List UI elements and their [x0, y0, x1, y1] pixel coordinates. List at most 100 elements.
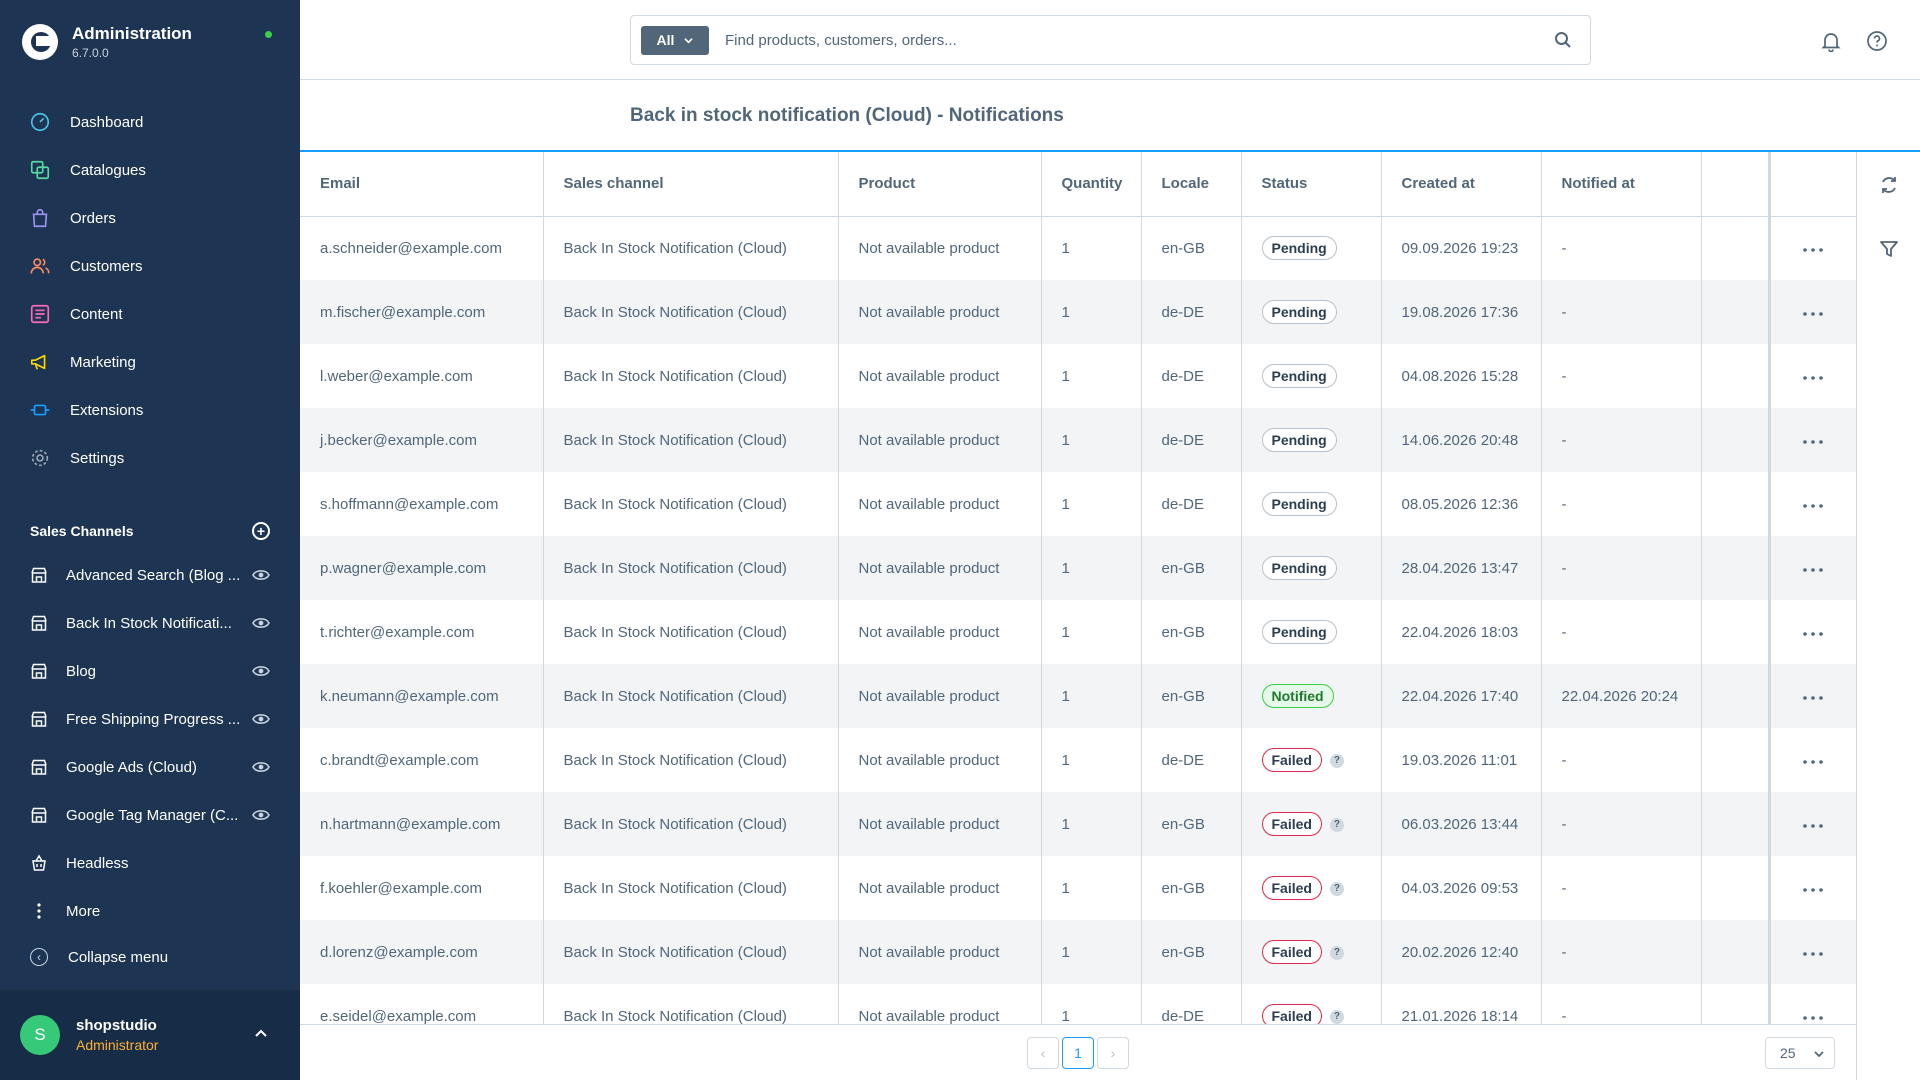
table-row[interactable]: m.fischer@example.com Back In Stock Notif… [300, 280, 1856, 344]
bell-icon[interactable] [1820, 30, 1842, 52]
more-actions-icon[interactable] [1802, 624, 1824, 636]
shopware-logo-icon [22, 24, 58, 60]
sales-channel-item[interactable]: Advanced Search (Blog ... [0, 551, 300, 599]
cell-quantity: 1 [1041, 728, 1142, 792]
table-row[interactable]: f.koehler@example.com Back In Stock Notif… [300, 856, 1856, 920]
sales-channel-item[interactable]: Google Tag Manager (C... [0, 791, 300, 839]
eye-icon[interactable] [252, 663, 270, 679]
error-help-icon[interactable]: ? [1329, 1010, 1344, 1024]
eye-icon[interactable] [252, 615, 270, 631]
error-help-icon[interactable]: ? [1329, 882, 1344, 897]
search-type-select[interactable]: All [641, 25, 709, 55]
more-actions-icon[interactable] [1802, 880, 1824, 892]
table-row[interactable]: l.weber@example.com Back In Stock Notific… [300, 344, 1856, 408]
nav-item-extensions[interactable]: Extensions [0, 386, 300, 434]
user-menu[interactable]: S shopstudio Administrator [0, 990, 300, 1080]
status-badge: Failed [1261, 876, 1322, 900]
more-actions-icon[interactable] [1802, 368, 1824, 380]
column-header-settings [1701, 152, 1770, 217]
column-header-email[interactable]: Email [300, 152, 544, 217]
column-header-notified-at[interactable]: Notified at [1541, 152, 1702, 217]
error-help-icon[interactable]: ? [1329, 946, 1344, 961]
table-row[interactable]: p.wagner@example.com Back In Stock Notifi… [300, 536, 1856, 600]
refresh-icon[interactable] [1878, 174, 1900, 196]
chevron-up-icon[interactable] [254, 1026, 268, 1040]
cell-created-at: 09.09.2026 19:23 [1381, 216, 1542, 280]
sales-channel-item[interactable]: Google Ads (Cloud) [0, 743, 300, 791]
nav-item-settings[interactable]: Settings [0, 434, 300, 482]
table-row[interactable]: n.hartmann@example.com Back In Stock Noti… [300, 792, 1856, 856]
sidebar: Administration 6.7.0.0 Dashboard Catalogu… [0, 0, 300, 1080]
column-header-product[interactable]: Product [838, 152, 1042, 217]
help-icon[interactable] [1866, 30, 1888, 52]
table-row[interactable]: e.seidel@example.com Back In Stock Notifi… [300, 984, 1856, 1024]
cell-product: Not available product [838, 728, 1042, 792]
pagination-next-button[interactable]: › [1097, 1037, 1129, 1069]
add-sales-channel-icon[interactable]: + [252, 522, 270, 540]
more-actions-icon[interactable] [1802, 304, 1824, 316]
items-per-page-select[interactable]: 25 [1765, 1037, 1835, 1069]
table-row[interactable]: k.neumann@example.com Back In Stock Notif… [300, 664, 1856, 728]
cell-product: Not available product [838, 536, 1042, 600]
nav-item-orders[interactable]: Orders [0, 194, 300, 242]
eye-icon[interactable] [252, 807, 270, 823]
eye-icon[interactable] [252, 711, 270, 727]
sales-channel-item[interactable]: Back In Stock Notificati... [0, 599, 300, 647]
table-row[interactable]: a.schneider@example.com Back In Stock Not… [300, 216, 1856, 280]
nav-item-marketing[interactable]: Marketing [0, 338, 300, 386]
nav-item-customers[interactable]: Customers [0, 242, 300, 290]
more-actions-icon[interactable] [1802, 944, 1824, 956]
table-row[interactable]: s.hoffmann@example.com Back In Stock Noti… [300, 472, 1856, 536]
user-info: shopstudio Administrator [76, 1017, 158, 1053]
more-vertical-icon [30, 902, 48, 920]
error-help-icon[interactable]: ? [1329, 818, 1344, 833]
cell-empty [1701, 536, 1770, 600]
column-header-quantity[interactable]: Quantity [1041, 152, 1142, 217]
more-actions-icon[interactable] [1802, 688, 1824, 700]
sales-channel-item[interactable]: Headless [0, 839, 300, 887]
user-role: Administrator [76, 1037, 159, 1053]
table-row[interactable]: t.richter@example.com Back In Stock Notif… [300, 600, 1856, 664]
sales-channel-more-button[interactable]: More [0, 887, 300, 935]
column-header-sales-channel[interactable]: Sales channel [543, 152, 839, 217]
brand[interactable]: Administration 6.7.0.0 [22, 22, 192, 62]
pagination-page-button[interactable]: 1 [1062, 1037, 1094, 1069]
more-actions-icon[interactable] [1802, 1008, 1824, 1020]
column-header-created-at[interactable]: Created at [1381, 152, 1542, 217]
cell-notified-at: - [1541, 856, 1702, 920]
more-actions-icon[interactable] [1802, 560, 1824, 572]
table-row[interactable]: d.lorenz@example.com Back In Stock Notifi… [300, 920, 1856, 984]
search-input[interactable] [725, 31, 1554, 49]
cell-actions [1767, 728, 1856, 792]
column-header-locale[interactable]: Locale [1141, 152, 1242, 217]
eye-icon[interactable] [252, 759, 270, 775]
cell-status: Pending [1241, 600, 1382, 664]
table-row[interactable]: c.brandt@example.com Back In Stock Notifi… [300, 728, 1856, 792]
sales-channel-item[interactable]: Free Shipping Progress ... [0, 695, 300, 743]
search-icon[interactable] [1554, 31, 1572, 49]
error-help-icon[interactable]: ? [1329, 754, 1344, 769]
pagination-prev-button[interactable]: ‹ [1027, 1037, 1059, 1069]
more-actions-icon[interactable] [1802, 816, 1824, 828]
collapse-menu-button[interactable]: ‹ Collapse menu [30, 946, 168, 968]
cell-locale: en-GB [1141, 600, 1242, 664]
cell-created-at: 28.04.2026 13:47 [1381, 536, 1542, 600]
sales-channel-item[interactable]: Blog [0, 647, 300, 695]
cell-quantity: 1 [1041, 216, 1142, 280]
cell-notified-at: - [1541, 472, 1702, 536]
nav-item-content[interactable]: Content [0, 290, 300, 338]
more-actions-icon[interactable] [1802, 752, 1824, 764]
nav-item-catalogues[interactable]: Catalogues [0, 146, 300, 194]
cell-locale: en-GB [1141, 856, 1242, 920]
eye-icon[interactable] [252, 567, 270, 583]
page-header: Back in stock notification (Cloud) - Not… [300, 80, 1920, 152]
column-header-status[interactable]: Status [1241, 152, 1382, 217]
more-actions-icon[interactable] [1802, 432, 1824, 444]
sales-channel-label: Headless [66, 854, 129, 872]
table-row[interactable]: j.becker@example.com Back In Stock Notifi… [300, 408, 1856, 472]
more-actions-icon[interactable] [1802, 496, 1824, 508]
sales-channel-label: Google Ads (Cloud) [66, 758, 197, 776]
more-actions-icon[interactable] [1802, 240, 1824, 252]
nav-item-dashboard[interactable]: Dashboard [0, 98, 300, 146]
filter-icon[interactable] [1878, 238, 1900, 260]
